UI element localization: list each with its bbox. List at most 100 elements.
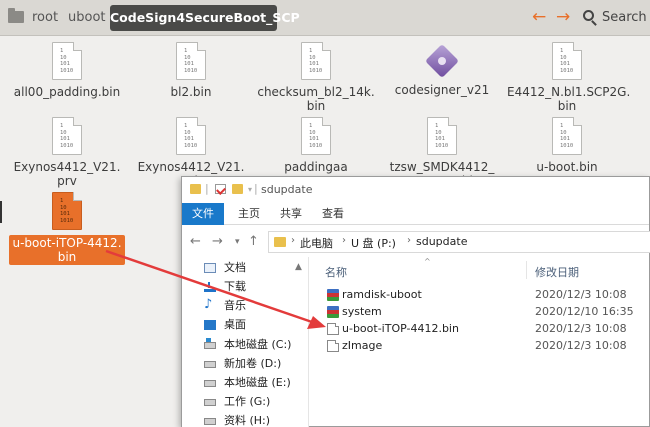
- window-title: sdupdate: [261, 183, 313, 196]
- tab-share[interactable]: 共享: [274, 203, 308, 225]
- music-icon: [204, 297, 216, 313]
- breadcrumb-root[interactable]: root: [32, 10, 58, 25]
- list-item-date: 2020/12/10 16:35: [535, 305, 634, 318]
- tab-home[interactable]: 主页: [232, 203, 266, 225]
- folder-icon: [274, 237, 286, 247]
- downloads-icon: [204, 282, 216, 292]
- binary-file-icon: 1 10 101 1010: [301, 117, 331, 155]
- binary-file-icon: 1 10 101 1010: [552, 42, 582, 80]
- list-item-date: 2020/12/3 10:08: [535, 322, 627, 335]
- file-icon: [327, 340, 339, 352]
- column-divider[interactable]: [526, 261, 527, 279]
- column-header-modified[interactable]: 修改日期: [535, 264, 579, 280]
- documents-icon: [204, 263, 216, 273]
- recent-locations-icon[interactable]: ▾: [235, 237, 240, 247]
- tab-file[interactable]: 文件: [182, 203, 224, 225]
- drive-icon: [204, 418, 216, 425]
- nav-label: 桌面: [224, 318, 246, 331]
- list-item-name: zImage: [342, 339, 383, 352]
- binary-file-icon: 1 10 101 1010: [427, 117, 457, 155]
- nav-label: 工作 (G:): [224, 395, 271, 408]
- file-item[interactable]: 1 10 101 1010 u-boot.bin: [507, 117, 627, 174]
- title-separator: |: [254, 182, 258, 195]
- file-list: ^ 名称 修改日期 ramdisk-uboot 2020/12/3 10:08 …: [309, 257, 650, 427]
- file-item[interactable]: codesigner_v21: [382, 42, 502, 97]
- file-name: E4412_N.bl1.SCP2G. bin: [507, 85, 631, 113]
- address-folder[interactable]: sdupdate: [416, 235, 467, 248]
- column-header-name[interactable]: 名称: [325, 264, 347, 280]
- address-drive[interactable]: U 盘 (P:): [351, 235, 396, 251]
- binary-file-icon: 1 10 101 1010: [52, 192, 82, 230]
- nautilus-header-bar: root uboot CodeSign4SecureBoot_SCP ← → S…: [0, 0, 650, 36]
- binary-file-icon: 1 10 101 1010: [176, 117, 206, 155]
- list-item[interactable]: system 2020/12/10 16:35: [325, 303, 645, 320]
- list-item-date: 2020/12/3 10:08: [535, 339, 627, 352]
- binary-file-icon: 1 10 101 1010: [52, 117, 82, 155]
- chevron-right-icon[interactable]: ›: [342, 235, 346, 246]
- system-drive-icon: [204, 338, 216, 349]
- file-item-selected[interactable]: 1 10 101 1010 u-boot-iTOP-4412. bin: [7, 192, 127, 265]
- nav-label: 资料 (H:): [224, 414, 271, 427]
- explorer-window: | ▾ | sdupdate 文件 主页 共享 查看 ← → ▾ ↑ › 此电脑…: [181, 176, 650, 427]
- archive-icon: [327, 289, 339, 301]
- nav-label: 新加卷 (D:): [224, 357, 282, 370]
- drive-icon: [204, 399, 216, 406]
- nav-label: 音乐: [224, 299, 246, 312]
- tab-view[interactable]: 查看: [316, 203, 350, 225]
- breadcrumb-current-folder[interactable]: CodeSign4SecureBoot_SCP: [110, 5, 300, 31]
- list-item[interactable]: u-boot-iTOP-4412.bin 2020/12/3 10:08: [325, 320, 645, 337]
- file-name: all00_padding.bin: [13, 85, 121, 99]
- sort-ascending-icon: ^: [424, 257, 431, 266]
- search-label[interactable]: Search: [602, 10, 647, 25]
- list-item[interactable]: ramdisk-uboot 2020/12/3 10:08: [325, 286, 645, 303]
- nav-label: 下载: [224, 280, 246, 293]
- breadcrumb-uboot[interactable]: uboot: [68, 10, 106, 25]
- file-item[interactable]: 1 10 101 1010 bl2.bin: [131, 42, 251, 99]
- address-this-pc[interactable]: 此电脑: [300, 235, 333, 251]
- chevron-right-icon[interactable]: ›: [407, 235, 411, 246]
- back-arrow-icon[interactable]: ←: [532, 8, 546, 26]
- address-bar-row: ← → ▾ ↑ › 此电脑 › U 盘 (P:) › sdupdate: [182, 225, 650, 257]
- address-box[interactable]: › 此电脑 › U 盘 (P:) › sdupdate: [268, 231, 650, 253]
- forward-arrow-icon[interactable]: →: [556, 8, 570, 26]
- file-name: checksum_bl2_14k. bin: [257, 85, 375, 113]
- binary-file-icon: 1 10 101 1010: [301, 42, 331, 80]
- list-item-name: system: [342, 305, 382, 318]
- file-item[interactable]: 1 10 101 1010 Exynos4412_V21. prv: [7, 117, 127, 188]
- file-item[interactable]: 1 10 101 1010 checksum_bl2_14k. bin: [256, 42, 376, 113]
- file-name: Exynos4412_V21. prv: [13, 160, 121, 188]
- file-item[interactable]: 1 10 101 1010 paddingaa: [256, 117, 376, 174]
- window-edge-marker: [0, 201, 2, 223]
- new-folder-icon[interactable]: [232, 184, 243, 194]
- drive-icon: [204, 361, 216, 368]
- drive-icon: [204, 380, 216, 387]
- list-item[interactable]: zImage 2020/12/3 10:08: [325, 337, 645, 354]
- title-separator: |: [205, 182, 209, 195]
- nav-label: 本地磁盘 (C:): [224, 338, 292, 351]
- file-name: codesigner_v21: [394, 83, 490, 97]
- file-item[interactable]: 1 10 101 1010 all00_padding.bin: [7, 42, 127, 99]
- forward-icon[interactable]: →: [212, 234, 223, 249]
- binary-file-icon: 1 10 101 1010: [52, 42, 82, 80]
- file-name: u-boot-iTOP-4412. bin: [9, 235, 125, 265]
- up-icon[interactable]: ↑: [248, 234, 259, 249]
- desktop-icon: [204, 320, 216, 330]
- list-item-date: 2020/12/3 10:08: [535, 288, 627, 301]
- list-item-name: u-boot-iTOP-4412.bin: [342, 322, 459, 335]
- ribbon-tabs: 文件 主页 共享 查看: [182, 203, 649, 225]
- chevron-right-icon[interactable]: ›: [291, 235, 295, 246]
- home-folder-icon[interactable]: [8, 8, 24, 23]
- properties-icon[interactable]: [215, 184, 226, 194]
- file-name: paddingaa: [284, 160, 348, 174]
- collapse-pane-icon[interactable]: ▲: [295, 262, 302, 272]
- file-name: u-boot.bin: [536, 160, 598, 174]
- binary-file-icon: 1 10 101 1010: [552, 117, 582, 155]
- customize-dropdown-icon[interactable]: ▾: [248, 185, 252, 194]
- search-icon[interactable]: [583, 10, 594, 21]
- nav-label: 文档: [224, 261, 246, 274]
- file-icon: [327, 323, 339, 335]
- explorer-title-bar: | ▾ | sdupdate: [182, 177, 649, 203]
- file-item[interactable]: 1 10 101 1010 E4412_N.bl1.SCP2G. bin: [507, 42, 631, 113]
- back-icon[interactable]: ←: [190, 234, 201, 249]
- folder-icon: [190, 184, 201, 194]
